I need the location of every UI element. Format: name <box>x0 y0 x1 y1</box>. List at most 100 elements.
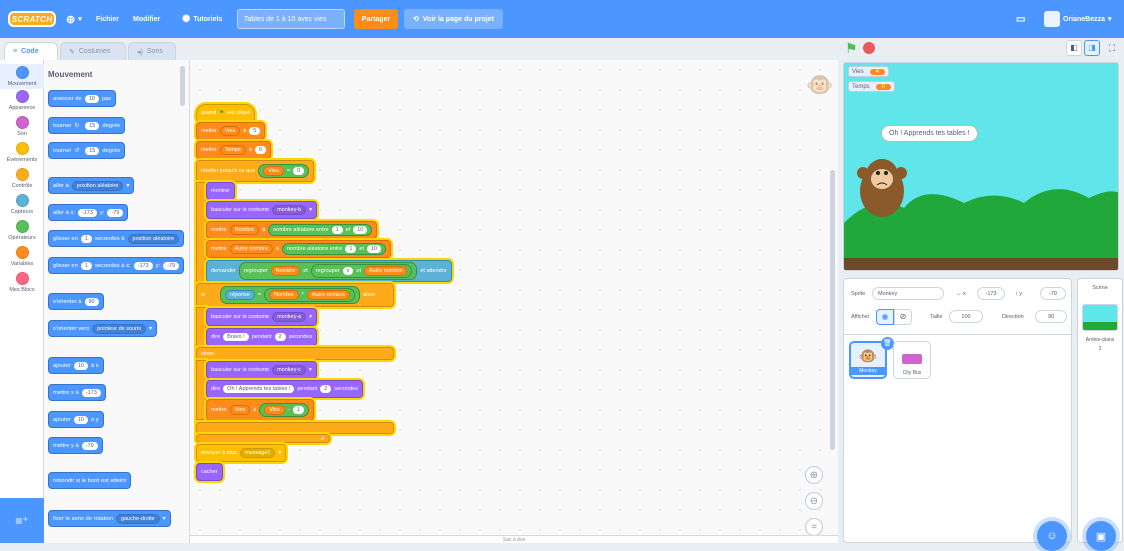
block-input[interactable]: 10 <box>353 226 368 234</box>
block-input[interactable]: 15 <box>85 121 100 130</box>
block-point-towards[interactable]: s'orienter vers pointeur de souris ▾ <box>48 320 157 337</box>
add-sprite-button[interactable]: ☺ <box>1037 521 1067 551</box>
block-if-else[interactable]: si réponse = Nombre * Autre nombre alors <box>196 283 394 307</box>
category-8[interactable]: Mes Blocs <box>0 272 44 293</box>
variable-reporter[interactable]: Nombre <box>270 266 301 276</box>
block-dropdown[interactable]: pointeur de souris <box>92 323 146 334</box>
project-title-input[interactable]: Tables de 1 à 10 avec vies <box>237 9 345 29</box>
sprite-thumb-monkey[interactable]: 🐵 Monkey 🗑 <box>849 337 894 379</box>
block-point-direction[interactable]: s'orienter à 90 <box>48 293 104 310</box>
block-input[interactable]: 15 <box>85 146 100 155</box>
block-switch-costume-b[interactable]: basculer sur le costume monkey-b ▾ <box>206 201 318 219</box>
backdrop-thumbnail[interactable] <box>1082 304 1118 331</box>
my-stuff-icon[interactable]: ▭ <box>1016 12 1025 26</box>
category-0[interactable]: Mouvement <box>0 64 44 89</box>
category-7[interactable]: Variables <box>0 246 44 267</box>
costume-dropdown[interactable]: monkey-a <box>272 312 307 322</box>
block-switch-costume-a[interactable]: basculer sur le costume monkey-a ▾ <box>206 308 318 326</box>
block-input[interactable]: 1 <box>292 406 304 414</box>
block-repeat-until[interactable]: répéter jusqu'à ce que Vies = 0 <box>196 160 315 182</box>
block-say-learn[interactable]: dire Oh ! Apprends tes tables ! pendant 2 se… <box>206 380 363 398</box>
category-2[interactable]: Son <box>0 116 44 137</box>
category-6[interactable]: Opérateurs <box>0 220 44 241</box>
block-input[interactable]: 0 <box>293 167 305 175</box>
block-input[interactable]: Oh ! Apprends tes tables ! <box>223 385 295 393</box>
block-hide[interactable]: cacher <box>196 463 223 481</box>
palette-scrollbar[interactable] <box>180 66 185 106</box>
zoom-reset-button[interactable]: = <box>805 518 823 535</box>
block-turn-left[interactable]: tourner ↺ 15 degrés <box>48 142 126 159</box>
block-change-x[interactable]: ajouter 10 à x <box>48 357 104 374</box>
category-5[interactable]: Capteurs <box>0 194 44 215</box>
backpack[interactable]: Sac à dos <box>190 535 838 543</box>
y-input[interactable]: -79 <box>1040 287 1066 300</box>
block-show[interactable]: montrer <box>206 182 235 200</box>
block-input[interactable]: 1 <box>345 245 357 253</box>
variable-dropdown[interactable]: Autre nombre <box>229 244 273 254</box>
block-input[interactable]: -79 <box>81 441 98 450</box>
block-dropdown[interactable]: gauche-droite <box>115 513 160 524</box>
block-input[interactable]: x <box>342 267 354 275</box>
block-input[interactable]: 1 <box>80 261 92 270</box>
sprite-name-input[interactable]: Monkey <box>872 287 944 300</box>
variable-reporter[interactable]: Autre nombre <box>306 290 351 300</box>
block-turn-right[interactable]: tourner ↻ 15 degrés <box>48 117 126 134</box>
block-ask-and-wait[interactable]: demander regrouper Nombre et regrouper x et Aut… <box>206 260 452 282</box>
block-set-y[interactable]: mettre y à -79 <box>48 437 103 454</box>
small-stage-icon[interactable]: ◧ <box>1066 40 1082 56</box>
block-switch-costume-c[interactable]: basculer sur le costume monkey-c ▾ <box>206 361 317 379</box>
stage[interactable]: Vies 4 Temps 0 Oh ! Apprends tes tables ! <box>843 62 1119 271</box>
block-dropdown[interactable]: position aléatoire <box>71 180 124 191</box>
code-workspace[interactable]: 🐵 quand ⚑ est cliqué mettre Vies à 5 mettre Te… <box>190 60 838 535</box>
equals-operator[interactable]: réponse = Nombre * Autre nombre <box>219 286 361 304</box>
message-dropdown[interactable]: message1 <box>240 448 276 458</box>
stop-icon[interactable] <box>863 42 875 54</box>
random-operator[interactable]: nombre aléatoire entre 1 et 10 <box>268 224 373 236</box>
block-set-number[interactable]: mettre Nombre à nombre aléatoire entre 1 et 10 <box>206 221 378 239</box>
account-menu[interactable]: OrianeBezza ▾ <box>1044 11 1112 27</box>
block-set-other-number[interactable]: mettre Autre nombre à nombre aléatoire entr… <box>206 240 392 258</box>
zoom-in-button[interactable]: ⊕ <box>805 466 823 484</box>
block-input[interactable]: 10 <box>73 415 88 424</box>
direction-input[interactable]: 90 <box>1035 310 1067 323</box>
answer-reporter[interactable]: réponse <box>224 290 255 300</box>
costume-dropdown[interactable]: monkey-c <box>272 365 306 375</box>
block-input[interactable]: 1 <box>331 226 343 234</box>
block-input[interactable]: 10 <box>73 361 88 370</box>
sprite-thumb-city-bus[interactable]: City Bus <box>893 341 931 379</box>
multiply-operator[interactable]: Nombre * Autre nombre <box>264 288 356 302</box>
block-input[interactable]: -173 <box>81 388 101 397</box>
variable-dropdown[interactable]: Nombre <box>229 225 260 235</box>
language-menu[interactable]: ⊕ ▾ <box>66 12 82 26</box>
variable-dropdown[interactable]: Temps <box>219 145 246 155</box>
variable-reporter[interactable]: Vies <box>263 166 284 176</box>
tutorials-button[interactable]: ✺ Tutoriels <box>182 12 222 26</box>
category-1[interactable]: Apparence <box>0 90 44 111</box>
variable-dropdown[interactable]: Vies <box>229 405 251 415</box>
block-input[interactable]: 90 <box>84 297 99 306</box>
subtract-operator[interactable]: Vies -1 <box>259 403 309 417</box>
show-sprite-eye-icon[interactable]: ◉ <box>876 309 894 325</box>
hide-sprite-eye-icon[interactable]: ⊘ <box>894 309 912 325</box>
block-when-flag-clicked[interactable]: quand ⚑ est cliqué <box>196 104 256 122</box>
edit-menu[interactable]: Modifier <box>133 12 160 26</box>
variable-reporter[interactable]: Vies <box>264 405 285 415</box>
block-input[interactable]: -79 <box>107 208 124 217</box>
share-button[interactable]: Partager <box>354 9 398 29</box>
fullscreen-icon[interactable]: ⛶ <box>1104 40 1120 56</box>
block-input[interactable]: 2 <box>320 385 332 393</box>
file-menu[interactable]: Fichier <box>96 12 119 26</box>
block-set-x[interactable]: mettre x à -173 <box>48 384 106 401</box>
block-glide-xy[interactable]: glisser en 1 secondes à x: -173 y: -79 <box>48 257 185 274</box>
block-move[interactable]: avancer de 10 pas <box>48 90 117 107</box>
size-input[interactable]: 100 <box>949 310 983 323</box>
category-3[interactable]: Événements <box>0 142 44 163</box>
block-change-y[interactable]: ajouter 10 à y <box>48 411 104 428</box>
block-input[interactable]: -173 <box>77 208 97 217</box>
equals-operator[interactable]: Vies = 0 <box>258 164 310 178</box>
block-input[interactable]: 5 <box>249 127 261 135</box>
block-input[interactable]: Bravo ! <box>223 333 249 341</box>
block-input[interactable]: 1 <box>80 234 92 243</box>
category-4[interactable]: Contrôle <box>0 168 44 189</box>
join-operator[interactable]: regrouper Nombre et regrouper x et Autre nombr… <box>238 262 418 280</box>
